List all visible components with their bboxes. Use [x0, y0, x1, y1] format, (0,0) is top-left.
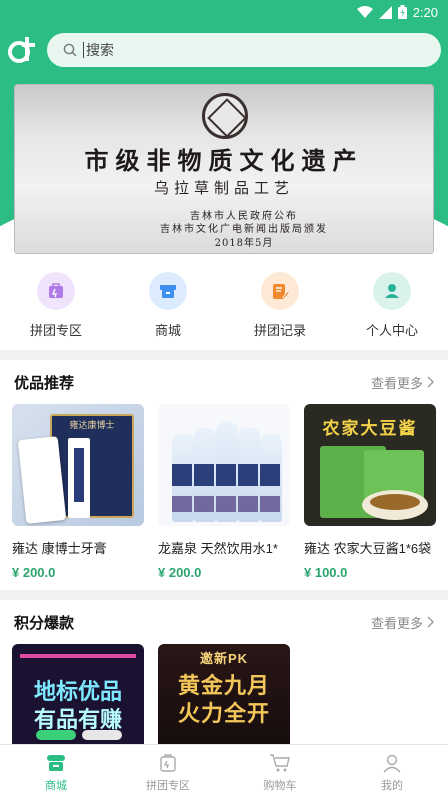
featured-section: 优品推荐 查看更多 雍达康博士 雍达 康博士牙膏 ¥ 200.0 龙嘉泉 天然饮… — [0, 360, 448, 590]
quick-label-record: 拼团记录 — [253, 323, 306, 338]
banner-image[interactable]: 市级非物质文化遗产 乌拉草制品工艺 吉林市人民政府公布 吉林市文化广电新闻出版局… — [14, 84, 434, 254]
battery-icon — [397, 5, 407, 19]
quick-nav: 拼团专区 商城 拼团记录 个人中心 — [0, 254, 448, 350]
app-logo-icon[interactable] — [8, 34, 38, 64]
product-card[interactable]: 雍达康博士 雍达 康博士牙膏 ¥ 200.0 — [12, 404, 144, 580]
group-buy-icon — [37, 272, 75, 310]
tab-label: 拼团专区 — [146, 780, 190, 792]
quick-label-profile: 个人中心 — [365, 323, 418, 338]
search-input[interactable] — [84, 42, 384, 58]
section-title-points: 积分爆款 — [14, 614, 75, 632]
quick-label-group-buy: 拼团专区 — [29, 323, 82, 338]
quick-label-mall: 商城 — [154, 323, 181, 338]
points-section: 积分爆款 查看更多 地标优品 有品有赚 邀新PK 黄金九月 火力全开 — [0, 600, 448, 744]
search-icon — [63, 43, 77, 57]
mall-icon — [149, 272, 187, 310]
tab-profile[interactable]: 我的 — [336, 745, 448, 800]
status-bar: 2:20 — [0, 0, 448, 24]
product-image-toothpaste: 雍达康博士 — [12, 404, 144, 526]
see-more-featured[interactable]: 查看更多 — [371, 373, 434, 392]
product-image-water — [158, 404, 290, 526]
product-image-soybean-paste: 农家大豆酱 — [304, 404, 436, 526]
promo-card[interactable]: 地标优品 有品有赚 — [12, 644, 144, 744]
product-price: ¥ 200.0 — [12, 565, 56, 580]
tab-cart[interactable]: 购物车 — [224, 745, 336, 800]
tab-label: 商城 — [45, 780, 67, 792]
product-card[interactable]: 农家大豆酱 雍达 农家大豆酱1*6袋 ¥ 100.0 — [304, 404, 436, 580]
product-name: 龙嘉泉 天然饮用水1* — [158, 541, 278, 556]
chevron-right-icon — [427, 616, 434, 628]
status-time: 2:20 — [412, 4, 438, 20]
tab-mall[interactable]: 商城 — [0, 745, 112, 800]
mall-tab-icon — [47, 755, 65, 771]
chevron-right-icon — [427, 376, 434, 388]
search-bar[interactable] — [47, 33, 441, 67]
tab-label: 我的 — [381, 780, 403, 792]
quick-item-mall[interactable]: 商城 — [112, 254, 224, 350]
banner-subtitle: 乌拉草制品工艺 — [153, 179, 294, 197]
see-more-label: 查看更多 — [370, 375, 423, 391]
signal-icon — [378, 5, 392, 19]
quick-item-record[interactable]: 拼团记录 — [224, 254, 336, 350]
tab-label: 购物车 — [263, 780, 297, 792]
banner-date: 2018年5月 — [214, 238, 274, 249]
person-icon — [373, 272, 411, 310]
record-icon — [261, 272, 299, 310]
product-card[interactable]: 龙嘉泉 天然饮用水1* ¥ 200.0 — [158, 404, 290, 580]
promo-image-2: 邀新PK 黄金九月 火力全开 — [158, 644, 290, 744]
profile-icon — [383, 754, 401, 773]
tab-group-buy[interactable]: 拼团专区 — [112, 745, 224, 800]
cart-icon — [270, 754, 290, 772]
banner-issuer-2: 吉林市文化广电新闻出版局颁发 — [160, 224, 328, 235]
product-name: 雍达 农家大豆酱1*6袋 — [304, 541, 432, 556]
product-price: ¥ 100.0 — [304, 565, 348, 580]
see-more-label: 查看更多 — [370, 615, 423, 631]
promo-card[interactable]: 邀新PK 黄金九月 火力全开 — [158, 644, 290, 744]
product-price: ¥ 200.0 — [158, 565, 202, 580]
quick-item-group-buy[interactable]: 拼团专区 — [0, 254, 112, 350]
emblem-icon — [202, 93, 248, 139]
promo-image-1: 地标优品 有品有赚 — [12, 644, 144, 744]
see-more-points[interactable]: 查看更多 — [371, 613, 434, 632]
bottom-nav: 商城 拼团专区 购物车 我的 — [0, 744, 448, 800]
quick-item-profile[interactable]: 个人中心 — [336, 254, 448, 350]
product-name: 雍达 康博士牙膏 — [12, 541, 107, 556]
banner-title: 市级非物质文化遗产 — [84, 146, 364, 175]
group-tab-icon — [160, 754, 176, 772]
section-title-featured: 优品推荐 — [14, 374, 75, 392]
wifi-icon — [356, 5, 373, 18]
